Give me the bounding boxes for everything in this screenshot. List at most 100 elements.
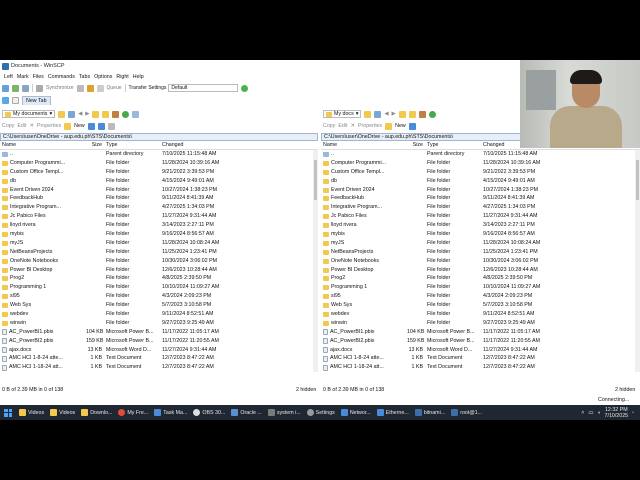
right-location-dropdown[interactable]: My docs ▾ <box>323 110 362 118</box>
taskbar-app-network[interactable]: Networ... <box>338 406 374 419</box>
sync-browse-icon[interactable] <box>76 84 84 92</box>
root-dir-icon[interactable] <box>102 110 110 118</box>
right-scrollbar[interactable] <box>635 150 640 372</box>
forward-arrow-icon[interactable]: ▶ <box>85 111 89 117</box>
right-properties-button[interactable]: Properties <box>358 123 382 129</box>
file-row[interactable]: myJS File folder 11/28/2024 10:08:24 AM <box>0 239 318 248</box>
refresh-icon[interactable] <box>428 110 436 118</box>
file-row[interactable]: Event Driven 2024 File folder 10/27/2024 1… <box>321 186 640 195</box>
right-scrollbar-thumb[interactable] <box>636 160 639 200</box>
home-icon[interactable] <box>112 110 120 118</box>
menu-right[interactable]: Right <box>116 74 128 80</box>
file-row[interactable]: sl95 File folder 4/3/2024 2:09:23 PM <box>0 292 318 301</box>
file-row[interactable]: Computer Programmi... File folder 11/28/20… <box>0 159 318 168</box>
forward-arrow-icon[interactable]: ▶ <box>391 111 395 117</box>
filter-icon[interactable] <box>374 110 382 118</box>
file-row[interactable]: AMC HCI 1-8-24 atte... 1 KB Text Document 1… <box>321 354 640 363</box>
filter-icon[interactable] <box>68 110 76 118</box>
menu-tabs[interactable]: Tabs <box>79 74 90 80</box>
taskbar-app-downloads[interactable]: Downlo... <box>78 406 115 419</box>
column-size[interactable]: Size <box>86 141 104 149</box>
left-scrollbar-thumb[interactable] <box>314 160 317 200</box>
file-row[interactable]: OneNote Notebooks File folder 10/30/2024 3… <box>321 257 640 266</box>
speaker-icon[interactable]: ◖ <box>597 410 600 416</box>
menu-commands[interactable]: Commands <box>48 74 75 80</box>
session-icon[interactable] <box>2 97 9 104</box>
file-row[interactable]: AMC HCI 1-8-24 atte... 1 KB Text Document 1… <box>0 354 318 363</box>
file-row[interactable]: Computer Programmi... File folder 11/28/20… <box>321 159 640 168</box>
taskbar-app-settings[interactable]: Settings <box>304 406 338 419</box>
open-folder-icon[interactable] <box>364 110 372 118</box>
compare-dirs-icon[interactable] <box>12 84 19 92</box>
file-row[interactable]: Jc Pabico Files File folder 11/27/2024 9:3… <box>0 212 318 221</box>
column-type[interactable]: Type <box>425 141 481 149</box>
file-row[interactable]: lloyd rivera File folder 3/14/2023 2:27:11… <box>321 221 640 230</box>
network-tray-icon[interactable]: ▭ <box>588 410 593 416</box>
right-edit-button[interactable]: Edit <box>338 123 347 129</box>
file-row[interactable]: webdev File folder 9/11/2024 8:52:51 AM <box>321 310 640 319</box>
file-row[interactable]: mybis File folder 9/16/2024 8:56:57 AM <box>0 230 318 239</box>
menu-mark[interactable]: Mark <box>17 74 29 80</box>
file-row[interactable]: Prog2 File folder 4/8/2025 2:39:50 PM <box>0 274 318 283</box>
parent-dir-icon[interactable] <box>92 110 100 118</box>
taskbar-app-ethernet[interactable]: Etherne... <box>374 406 412 419</box>
file-row[interactable]: FeedbackHub File folder 9/11/2024 8:41:39 … <box>0 194 318 203</box>
file-row[interactable]: myJS File folder 11/28/2024 10:08:24 AM <box>321 239 640 248</box>
file-row[interactable]: Web Sys File folder 5/7/2023 3:10:58 PM <box>0 301 318 310</box>
taskbar-app-browser[interactable]: My Fre... <box>115 406 151 419</box>
local-browser-icon[interactable] <box>2 84 9 92</box>
find-files-icon[interactable] <box>22 84 29 92</box>
parent-dir-icon[interactable] <box>398 110 406 118</box>
back-arrow-icon[interactable]: ◀ <box>78 111 82 117</box>
file-row[interactable]: AMC HCI 1-18-24 att... 1 KB Text Document 1… <box>0 363 318 372</box>
file-row[interactable]: Prog2 File folder 4/8/2025 2:39:50 PM <box>321 274 640 283</box>
menu-left[interactable]: Left <box>4 74 13 80</box>
file-row[interactable]: Integrative Program... File folder 4/27/20… <box>321 203 640 212</box>
left-path-bar[interactable]: C:\Users\user\OneDrive - aup.edu.ph\STS\… <box>0 133 318 141</box>
queue-button[interactable]: Queue <box>107 85 122 91</box>
back-arrow-icon[interactable]: ◀ <box>384 111 388 117</box>
taskbar-app-bitnami[interactable]: bitnami... <box>412 406 449 419</box>
file-row[interactable]: NetBeansProjects File folder 11/25/2024 1:… <box>0 248 318 257</box>
file-row[interactable]: webdev File folder 9/11/2024 8:52:51 AM <box>0 310 318 319</box>
file-row[interactable]: mybis File folder 9/16/2024 8:56:57 AM <box>321 230 640 239</box>
file-row[interactable]: lloyd rivera File folder 3/14/2023 2:27:11… <box>0 221 318 230</box>
taskbar-app-videos-2[interactable]: Videos <box>47 406 78 419</box>
file-row[interactable]: AMC HCI 1-18-24 att... 1 KB Text Document 1… <box>321 363 640 372</box>
right-copy-button[interactable]: Copy <box>323 123 335 129</box>
file-row[interactable]: Jc Pabico Files File folder 11/27/2024 9:3… <box>321 212 640 221</box>
close-icon[interactable]: ✕ <box>30 123 34 129</box>
transfer-settings-select[interactable]: Default <box>168 84 239 92</box>
notification-icon[interactable]: ▫ <box>632 410 634 416</box>
globe-icon[interactable] <box>241 84 249 92</box>
file-row[interactable]: Integrative Program... File folder 4/27/20… <box>0 203 318 212</box>
left-scrollbar[interactable] <box>313 150 318 372</box>
close-icon[interactable]: ✕ <box>351 123 355 129</box>
file-row[interactable]: Custom Office Templ... File folder 9/21/20… <box>0 168 318 177</box>
file-row[interactable]: NetBeansProjects File folder 11/25/2024 1:… <box>321 248 640 257</box>
file-row[interactable]: FeedbackHub File folder 9/11/2024 8:41:39 … <box>321 194 640 203</box>
window-titlebar[interactable]: Documents - WinSCP <box>0 60 520 72</box>
file-row[interactable]: .. Parent directory 7/10/2025 11:15:48 AM <box>0 150 318 159</box>
taskbar-app-videos-1[interactable]: Videos <box>16 406 47 419</box>
start-button[interactable] <box>4 408 12 417</box>
column-type[interactable]: Type <box>104 141 160 149</box>
file-row[interactable]: winwin File folder 9/27/2023 9:25:49 AM <box>321 319 640 328</box>
file-row[interactable]: AC_PowerBI1.pbix 104 KB Microsoft Power B.… <box>0 328 318 337</box>
file-row[interactable]: OneNote Notebooks File folder 10/30/2024 3… <box>0 257 318 266</box>
left-properties-button[interactable]: Properties <box>37 123 61 129</box>
home-icon[interactable] <box>418 110 426 118</box>
file-row[interactable]: db File folder 4/15/2024 9:49:01 AM <box>0 177 318 186</box>
taskbar-app-system[interactable]: system i... <box>265 406 304 419</box>
clock[interactable]: 12:32 PM 7/10/2025 <box>605 407 629 419</box>
file-row[interactable]: Programming 1 File folder 10/10/2024 11:09… <box>0 283 318 292</box>
select-minus-icon[interactable] <box>97 122 105 130</box>
file-row[interactable]: Power BI Desktop File folder 12/6/2023 10:… <box>0 266 318 275</box>
file-row[interactable]: AC_PowerBI1.pbix 104 KB Microsoft Power B.… <box>321 328 640 337</box>
menu-files[interactable]: Files <box>33 74 44 80</box>
view-icon[interactable] <box>132 110 140 118</box>
menu-options[interactable]: Options <box>94 74 112 80</box>
root-dir-icon[interactable] <box>408 110 416 118</box>
file-row[interactable]: Web Sys File folder 5/7/2023 3:10:58 PM <box>321 301 640 310</box>
new-session-icon[interactable] <box>12 97 19 104</box>
